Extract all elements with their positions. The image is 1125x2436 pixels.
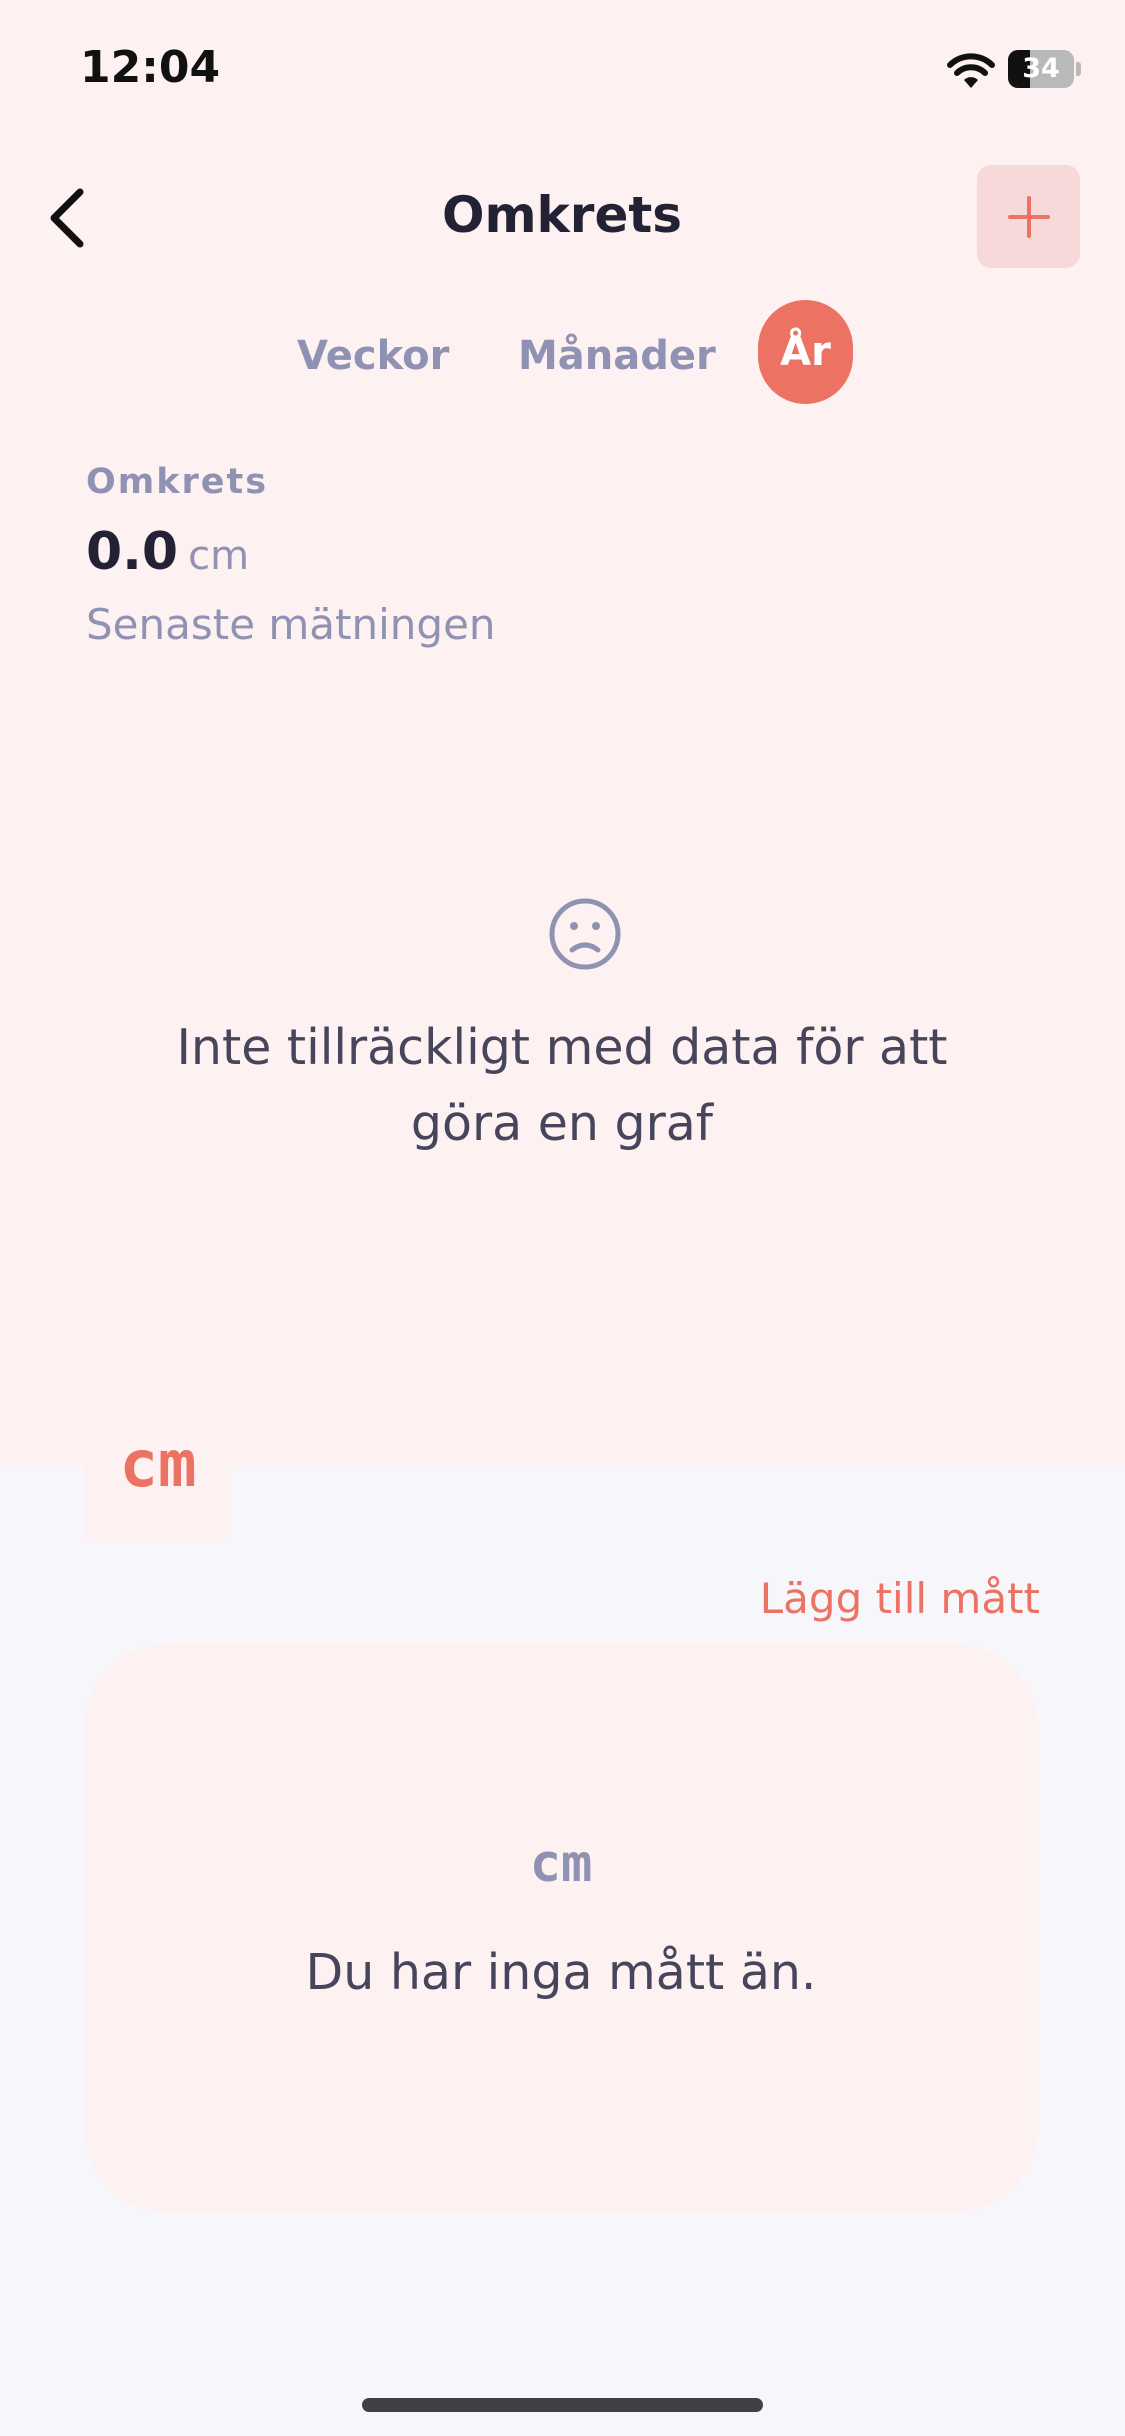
- empty-measurements-card: cm Du har inga mått än.: [84, 1644, 1038, 2212]
- back-button[interactable]: [36, 178, 96, 258]
- add-measurement-link[interactable]: Lägg till mått: [740, 1574, 1040, 1623]
- tab-weeks[interactable]: Veckor: [297, 326, 449, 386]
- add-button[interactable]: [977, 165, 1080, 268]
- sad-face-icon: [549, 898, 621, 970]
- tab-year[interactable]: År: [758, 300, 853, 404]
- unit-badge: cm: [84, 1400, 232, 1542]
- tab-months[interactable]: Månader: [518, 326, 716, 386]
- battery-tip: [1076, 62, 1081, 76]
- plus-icon: [1007, 195, 1050, 238]
- home-indicator: [362, 2398, 763, 2412]
- battery-level: 34: [1022, 53, 1060, 84]
- summary-value: 0.0: [86, 522, 179, 582]
- empty-measurements-message: Du har inga mått än.: [305, 1944, 817, 2001]
- summary-caption: Senaste mätningen: [86, 600, 496, 649]
- wifi-icon: [947, 53, 995, 88]
- summary-unit: cm: [188, 533, 250, 579]
- cm-icon: cm: [529, 1834, 593, 1894]
- summary-value-row: 0.0 cm: [86, 522, 249, 582]
- battery-icon: 34: [1008, 50, 1082, 90]
- page-title: Omkrets: [441, 186, 683, 244]
- status-time: 12:04: [80, 42, 221, 93]
- chevron-left-icon: [50, 188, 84, 248]
- summary-label: Omkrets: [86, 462, 269, 502]
- screen: 12:04 34 Omkrets Veckor Månader År Omkre…: [0, 0, 1125, 2436]
- empty-chart-message: Inte tillräckligt med data för att göra …: [176, 1019, 948, 1152]
- battery-body: 34: [1008, 50, 1074, 88]
